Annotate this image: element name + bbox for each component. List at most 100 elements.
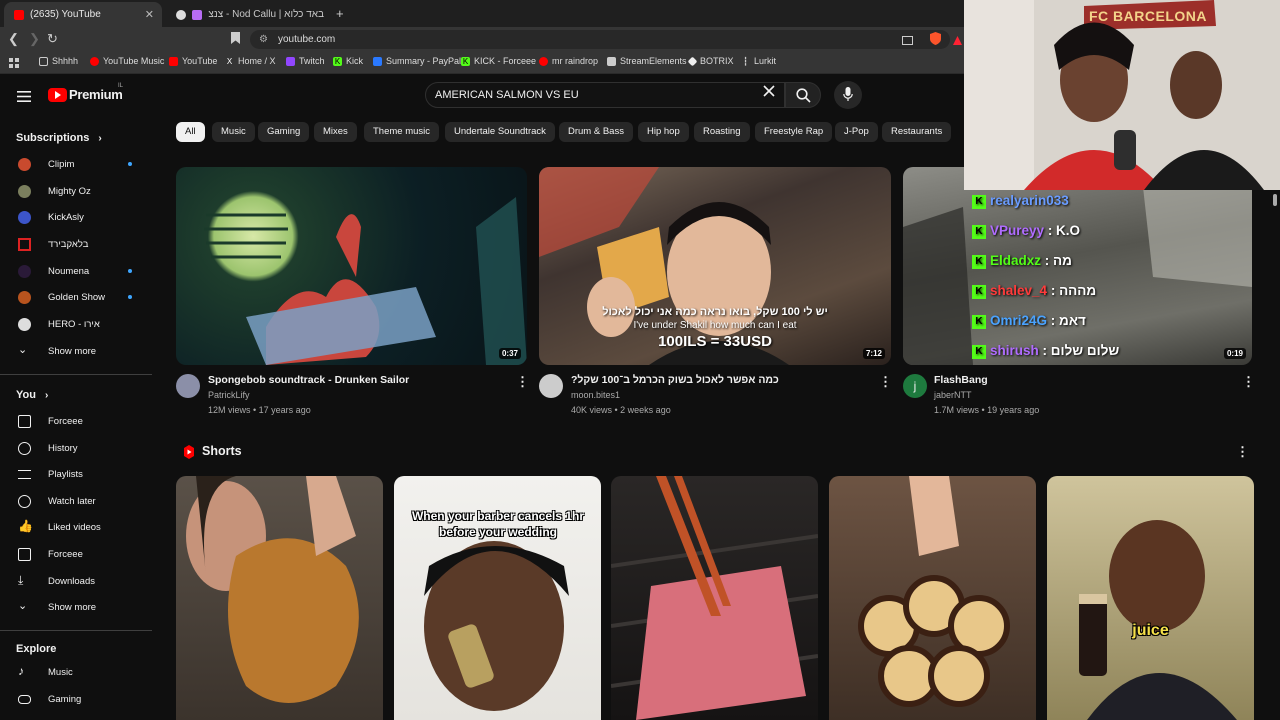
sidebar-sub-golden-show[interactable]: Golden Show <box>0 284 150 310</box>
chip-hip-hop[interactable]: Hip hop <box>638 122 689 142</box>
logo-text[interactable]: Premium <box>69 87 123 102</box>
video-thumbnail[interactable]: 0:37 <box>176 167 527 365</box>
video-title[interactable]: כמה אפשר לאכול בשוק הכרמל ב־100 שקל? <box>571 374 779 386</box>
cast-icon[interactable] <box>902 33 913 48</box>
sidebar-item-playlists[interactable]: Playlists <box>0 461 150 487</box>
more-options-icon[interactable]: ⋮ <box>879 374 892 390</box>
short-thumbnail[interactable] <box>611 476 818 720</box>
bookmark-lurkit[interactable]: ┇ Lurkit <box>741 56 776 66</box>
sidebar-item-downloads[interactable]: ⤓ Downloads <box>0 568 150 594</box>
more-options-icon[interactable]: ⋮ <box>1242 374 1255 390</box>
bookmark-paypal[interactable]: Summary - PayPal <box>373 56 461 66</box>
page-scrollbar[interactable] <box>1270 190 1280 720</box>
bookmark-label: Home / X <box>238 56 276 66</box>
reload-icon[interactable]: ↻ <box>47 31 58 47</box>
sidebar-item-history[interactable]: History <box>0 435 150 461</box>
video-title[interactable]: FlashBang <box>934 374 988 386</box>
sidebar-sub-clipim[interactable]: Clipim <box>0 151 150 177</box>
sidebar-item-gaming[interactable]: Gaming <box>0 686 150 712</box>
apps-icon[interactable] <box>9 56 20 74</box>
brave-shield-icon[interactable] <box>930 32 941 48</box>
hamburger-menu-icon[interactable] <box>17 89 31 107</box>
shorts-more-options-icon[interactable]: ⋮ <box>1236 444 1249 460</box>
close-tab-icon[interactable]: ✕ <box>145 8 154 21</box>
sidebar: Subscriptions › Clipim Mighty Oz KickAsl… <box>0 118 155 720</box>
short-thumbnail[interactable] <box>176 476 383 720</box>
sidebar-sub-blackbird[interactable]: בלאקבירד <box>0 231 150 257</box>
short-thumbnail[interactable] <box>829 476 1036 720</box>
sidebar-item-music[interactable]: ♪ Music <box>0 659 150 685</box>
chip-theme-music[interactable]: Theme music <box>364 122 440 142</box>
sidebar-item-liked-videos[interactable]: 👍 Liked videos <box>0 514 150 540</box>
short-thumbnail[interactable]: juice <box>1047 476 1254 720</box>
chip-j-pop[interactable]: J-Pop <box>835 122 878 142</box>
video-title[interactable]: Spongebob soundtrack - Drunken Sailor <box>208 374 409 386</box>
chat-text: : דאמ <box>1050 313 1086 328</box>
chip-undertale-soundtrack[interactable]: Undertale Soundtrack <box>445 122 555 142</box>
chip-drum-and-bass[interactable]: Drum & Bass <box>559 122 633 142</box>
bookmark-kick-forceee[interactable]: K KICK - Forceee <box>461 56 536 66</box>
tab-nod-callu[interactable]: באד כלוא | Nod Callu - צנצנות גוּ <box>166 2 328 27</box>
chip-gaming[interactable]: Gaming <box>258 122 310 142</box>
sidebar-sub-hero[interactable]: HERO - אירו <box>0 311 150 337</box>
duration-badge: 7:12 <box>862 348 885 359</box>
bookmark-botrix[interactable]: BOTRIX <box>687 56 734 66</box>
url-field[interactable]: ⚙ youtube.com <box>250 30 950 49</box>
avatar[interactable] <box>176 374 200 398</box>
sidebar-sub-noumena[interactable]: Noumena <box>0 258 150 284</box>
bookmark-youtube[interactable]: YouTube <box>169 56 217 66</box>
show-more-you[interactable]: ⌄ Show more <box>0 594 150 620</box>
rewards-icon[interactable] <box>953 33 962 48</box>
sidebar-item-forceee-videos[interactable]: Forceee <box>0 541 150 567</box>
video-thumbnail[interactable]: יש לי 100 שקל, בואו נראה כמה אני יכול לא… <box>539 167 891 365</box>
youtube-logo-icon[interactable] <box>48 88 67 102</box>
you-heading[interactable]: You › <box>16 389 48 401</box>
more-options-icon[interactable]: ⋮ <box>516 374 529 390</box>
sidebar-item-forceee-channel[interactable]: Forceee <box>0 408 150 434</box>
chip-freestyle-rap[interactable]: Freestyle Rap <box>755 122 833 142</box>
avatar[interactable]: j <box>903 374 927 398</box>
chip-mixes[interactable]: Mixes <box>314 122 357 142</box>
chip-all[interactable]: All <box>176 122 205 142</box>
avatar-letter: j <box>913 379 917 393</box>
chip-roasting[interactable]: Roasting <box>694 122 750 142</box>
clear-search-icon[interactable] <box>763 84 775 102</box>
search-input[interactable]: AMERICAN SALMON VS EU <box>425 82 785 108</box>
bookmark-label: BOTRIX <box>700 56 734 66</box>
chat-message: Kshalev_4 : מההה <box>972 283 1096 299</box>
bookmark-shhhh[interactable]: Shhhh <box>39 56 78 66</box>
chip-music[interactable]: Music <box>212 122 255 142</box>
tab-youtube[interactable]: (2635) YouTube ✕ <box>4 2 162 27</box>
site-info-icon[interactable]: ⚙ <box>259 30 268 49</box>
video-meta: 40K views • 2 weeks ago <box>571 405 671 415</box>
scrollbar-thumb[interactable] <box>1273 194 1277 206</box>
voice-search-button[interactable] <box>834 81 862 109</box>
back-icon[interactable]: ❮ <box>8 31 19 47</box>
sidebar-item-watch-later[interactable]: Watch later <box>0 488 150 514</box>
bookmark-home-x[interactable]: X Home / X <box>225 56 276 66</box>
show-more-subscriptions[interactable]: ⌄ Show more <box>0 338 150 364</box>
avatar[interactable] <box>539 374 563 398</box>
bookmark-streamelements[interactable]: StreamElements <box>607 56 687 66</box>
channel-name[interactable]: PatrickLify <box>208 390 250 400</box>
kick-badge-icon: K <box>972 315 986 329</box>
channel-name[interactable]: jaberNTT <box>934 390 972 400</box>
sidebar-sub-kickasly[interactable]: KickAsly <box>0 204 150 230</box>
bookmark-twitch[interactable]: Twitch <box>286 56 325 66</box>
video-thumbnail[interactable]: 0:19 <box>903 167 1252 365</box>
sidebar-sub-mighty-oz[interactable]: Mighty Oz <box>0 178 150 204</box>
sidebar-item-label: Music <box>48 666 73 678</box>
forward-icon[interactable]: ❯ <box>29 31 40 47</box>
subscriptions-heading[interactable]: Subscriptions › <box>16 132 102 144</box>
short-thumbnail[interactable]: When your barber cancels 1hr before your… <box>394 476 601 720</box>
channel-name[interactable]: moon.bites1 <box>571 390 620 400</box>
bookmark-youtube-music[interactable]: YouTube Music <box>90 56 164 66</box>
kick-badge-icon: K <box>972 195 986 209</box>
search-button[interactable] <box>785 82 821 108</box>
bookmark-page-icon[interactable] <box>231 32 240 47</box>
bookmark-kick[interactable]: K Kick <box>333 56 363 66</box>
new-tab-button[interactable]: + <box>336 6 344 21</box>
chip-restaurants[interactable]: Restaurants <box>882 122 952 142</box>
bookmark-mr-raindrop[interactable]: mr raindrop <box>539 56 598 66</box>
bookmark-label: Twitch <box>299 56 325 66</box>
